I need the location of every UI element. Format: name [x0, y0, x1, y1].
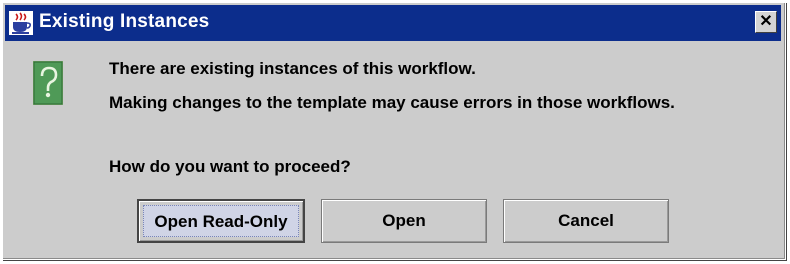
open-read-only-label: Open Read-Only: [143, 205, 299, 237]
close-button[interactable]: ✕: [755, 11, 777, 33]
open-button[interactable]: Open: [321, 199, 487, 243]
question-icon: [33, 61, 63, 105]
open-read-only-button[interactable]: Open Read-Only: [137, 199, 305, 243]
message-line-2: Making changes to the template may cause…: [109, 93, 675, 112]
title-bar[interactable]: Existing Instances ✕: [5, 5, 781, 41]
java-cup-icon: [9, 11, 33, 35]
window-title: Existing Instances: [39, 11, 210, 32]
message-question: How do you want to proceed?: [109, 157, 351, 176]
existing-instances-dialog: Existing Instances ✕ There are existing …: [2, 2, 786, 260]
cancel-button[interactable]: Cancel: [503, 199, 669, 243]
close-icon: ✕: [759, 13, 773, 30]
message-line-1: There are existing instances of this wor…: [109, 59, 476, 78]
